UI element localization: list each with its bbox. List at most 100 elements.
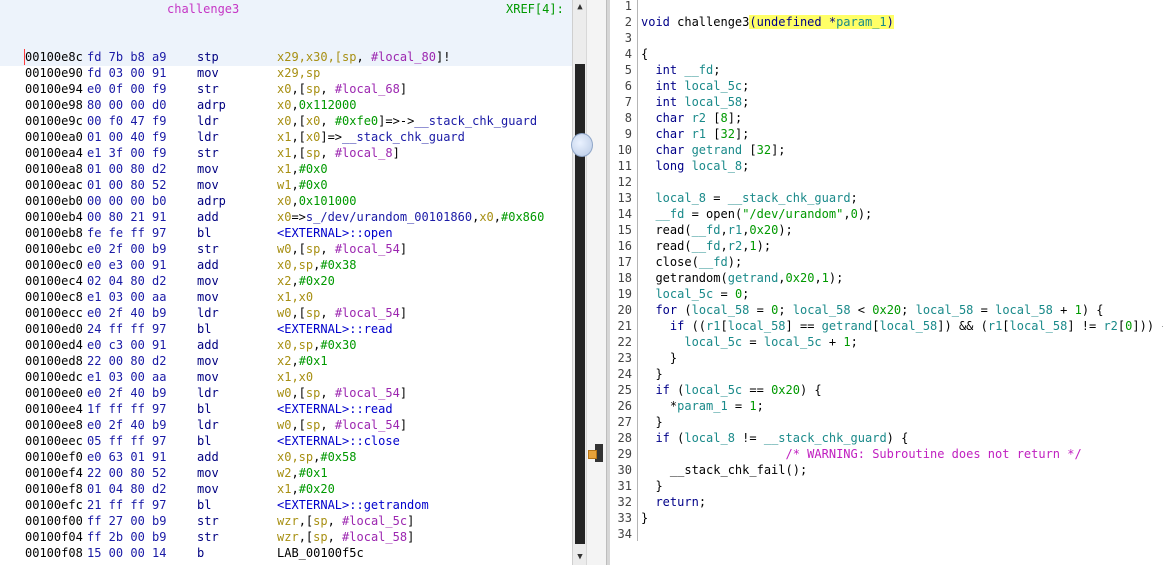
instruction-bytes[interactable]: 00 80 21 91 — [87, 209, 166, 225]
instruction-mnemonic[interactable]: str — [197, 513, 219, 529]
instruction-address[interactable]: 00100ec8 — [25, 289, 83, 305]
scroll-down-arrow-icon[interactable]: ▼ — [575, 552, 585, 562]
instruction-operands[interactable]: x2,#0x1 — [277, 353, 328, 369]
instruction-operands[interactable]: <EXTERNAL>::open — [277, 225, 393, 241]
instruction-bytes[interactable]: fd 03 00 91 — [87, 65, 166, 81]
listing-scrollbar[interactable]: ▲ ▼ — [572, 0, 586, 565]
instruction-bytes[interactable]: 01 00 80 d2 — [87, 161, 166, 177]
instruction-address[interactable]: 00100ef8 — [25, 481, 83, 497]
code-text[interactable]: local_5c = local_5c + 1; — [641, 334, 857, 350]
instruction-bytes[interactable]: e1 03 00 aa — [87, 369, 166, 385]
instruction-operands[interactable]: w0,[sp, #local_54] — [277, 241, 407, 257]
instruction-mnemonic[interactable]: add — [197, 337, 219, 353]
instruction-bytes[interactable]: e0 2f 40 b9 — [87, 305, 166, 321]
instruction-operands[interactable]: x0,sp,#0x58 — [277, 449, 356, 465]
instruction-row[interactable]: 00100ec4 02 04 80 d2 mov x2,#0x20 — [0, 273, 572, 289]
overview-position-knob[interactable] — [571, 133, 593, 157]
instruction-row[interactable]: 00100f04 ff 2b 00 b9 str wzr,[sp, #local_58… — [0, 529, 572, 545]
instruction-bytes[interactable]: 22 00 80 52 — [87, 465, 166, 481]
instruction-address[interactable]: 00100ee4 — [25, 401, 83, 417]
code-line[interactable]: 22 local_5c = local_5c + 1; — [610, 334, 1163, 350]
instruction-operands[interactable]: x0=>s_/dev/urandom_00101860,x0,#0x860 — [277, 209, 544, 225]
instruction-bytes[interactable]: e0 2f 40 b9 — [87, 417, 166, 433]
instruction-mnemonic[interactable]: bl — [197, 225, 211, 241]
instruction-row[interactable]: 00100ee0 e0 2f 40 b9 ldr w0,[sp, #local_54] — [0, 385, 572, 401]
instruction-address[interactable]: 00100e9c — [25, 113, 83, 129]
code-line[interactable]: 25 if (local_5c == 0x20) { — [610, 382, 1163, 398]
listing-panel[interactable]: challenge3 XREF[4]: 00100e8c fd 7b b8 a9 s… — [0, 0, 572, 565]
instruction-operands[interactable]: x29,x30,[sp, #local_80]! — [277, 49, 450, 65]
instruction-bytes[interactable]: fe fe ff 97 — [87, 225, 166, 241]
instruction-mnemonic[interactable]: add — [197, 209, 219, 225]
code-line[interactable]: 16 read(__fd,r2,1); — [610, 238, 1163, 254]
instruction-operands[interactable]: <EXTERNAL>::close — [277, 433, 400, 449]
instruction-address[interactable]: 00100e90 — [25, 65, 83, 81]
code-line[interactable]: 11 long local_8; — [610, 158, 1163, 174]
instruction-bytes[interactable]: 80 00 00 d0 — [87, 97, 166, 113]
instruction-bytes[interactable]: 01 00 80 52 — [87, 177, 166, 193]
code-line[interactable]: 2 void challenge3(undefined *param_1) — [610, 14, 1163, 30]
instruction-operands[interactable]: wzr,[sp, #local_58] — [277, 529, 414, 545]
code-line[interactable]: 9 char r1 [32]; — [610, 126, 1163, 142]
code-text[interactable]: /* WARNING: Subroutine does not return *… — [641, 446, 1082, 462]
instruction-address[interactable]: 00100ea8 — [25, 161, 83, 177]
code-text[interactable]: } — [641, 414, 662, 430]
instruction-row[interactable]: 00100ee8 e0 2f 40 b9 ldr w0,[sp, #local_54] — [0, 417, 572, 433]
code-text[interactable]: *param_1 = 1; — [641, 398, 764, 414]
code-line[interactable]: 24 } — [610, 366, 1163, 382]
instruction-row[interactable]: 00100eb8 fe fe ff 97 bl <EXTERNAL>::open — [0, 225, 572, 241]
instruction-row[interactable]: 00100eac 01 00 80 52 mov w1,#0x0 — [0, 177, 572, 193]
instruction-bytes[interactable]: e0 2f 40 b9 — [87, 385, 166, 401]
instruction-mnemonic[interactable]: str — [197, 81, 219, 97]
instruction-operands[interactable]: x1,#0x20 — [277, 481, 335, 497]
instruction-address[interactable]: 00100ee0 — [25, 385, 83, 401]
instruction-bytes[interactable]: 24 ff ff 97 — [87, 321, 166, 337]
instruction-row[interactable]: 00100efc 21 ff ff 97 bl <EXTERNAL>::getrand… — [0, 497, 572, 513]
instruction-operands[interactable]: w1,#0x0 — [277, 177, 328, 193]
instruction-row[interactable]: 00100ec0 e0 e3 00 91 add x0,sp,#0x38 — [0, 257, 572, 273]
code-line[interactable]: 14 __fd = open("/dev/urandom",0); — [610, 206, 1163, 222]
instruction-row[interactable]: 00100ef4 22 00 80 52 mov w2,#0x1 — [0, 465, 572, 481]
instruction-mnemonic[interactable]: adrp — [197, 193, 226, 209]
instruction-operands[interactable]: x1,[x0]=>__stack_chk_guard — [277, 129, 465, 145]
instruction-mnemonic[interactable]: mov — [197, 481, 219, 497]
instruction-address[interactable]: 00100edc — [25, 369, 83, 385]
instruction-mnemonic[interactable]: mov — [197, 353, 219, 369]
instruction-row[interactable]: 00100ee4 1f ff ff 97 bl <EXTERNAL>::read — [0, 401, 572, 417]
instruction-address[interactable]: 00100ed4 — [25, 337, 83, 353]
instruction-address[interactable]: 00100f04 — [25, 529, 83, 545]
instruction-bytes[interactable]: 01 04 80 d2 — [87, 481, 166, 497]
instruction-row[interactable]: 00100e98 80 00 00 d0 adrp x0,0x112000 — [0, 97, 572, 113]
code-text[interactable]: read(__fd,r1,0x20); — [641, 222, 792, 238]
code-text[interactable]: { — [641, 46, 648, 62]
instruction-address[interactable]: 00100ecc — [25, 305, 83, 321]
instruction-mnemonic[interactable]: ldr — [197, 129, 219, 145]
code-text[interactable]: int local_5c; — [641, 78, 749, 94]
instruction-address[interactable]: 00100ed8 — [25, 353, 83, 369]
instruction-mnemonic[interactable]: ldr — [197, 385, 219, 401]
instruction-bytes[interactable]: 00 f0 47 f9 — [87, 113, 166, 129]
code-line[interactable]: 26 *param_1 = 1; — [610, 398, 1163, 414]
instruction-mnemonic[interactable]: str — [197, 529, 219, 545]
instruction-address[interactable]: 00100e94 — [25, 81, 83, 97]
instruction-row[interactable]: 00100f00 ff 27 00 b9 str wzr,[sp, #local_5c… — [0, 513, 572, 529]
instruction-operands[interactable]: wzr,[sp, #local_5c] — [277, 513, 414, 529]
xref-label[interactable]: XREF[4]: — [506, 2, 564, 16]
code-text[interactable]: long local_8; — [641, 158, 749, 174]
instruction-mnemonic[interactable]: ldr — [197, 305, 219, 321]
instruction-operands[interactable]: x0,[sp, #local_68] — [277, 81, 407, 97]
instruction-operands[interactable]: x0,sp,#0x38 — [277, 257, 356, 273]
code-text[interactable]: char r1 [32]; — [641, 126, 749, 142]
instruction-mnemonic[interactable]: ldr — [197, 417, 219, 433]
code-line[interactable]: 7 int local_58; — [610, 94, 1163, 110]
instruction-mnemonic[interactable]: stp — [197, 49, 219, 65]
code-text[interactable]: if ((r1[local_58] == getrand[local_58]) … — [641, 318, 1163, 334]
instruction-operands[interactable]: x1,x0 — [277, 289, 313, 305]
instruction-mnemonic[interactable]: mov — [197, 289, 219, 305]
instruction-operands[interactable]: x1,#0x0 — [277, 161, 328, 177]
instruction-row[interactable]: 00100ec8 e1 03 00 aa mov x1,x0 — [0, 289, 572, 305]
instruction-mnemonic[interactable]: str — [197, 241, 219, 257]
instruction-operands[interactable]: LAB_00100f5c — [277, 545, 364, 561]
instruction-row[interactable]: 00100ed0 24 ff ff 97 bl <EXTERNAL>::read — [0, 321, 572, 337]
instruction-row[interactable]: 00100eb4 00 80 21 91 add x0=>s_/dev/urandom… — [0, 209, 572, 225]
